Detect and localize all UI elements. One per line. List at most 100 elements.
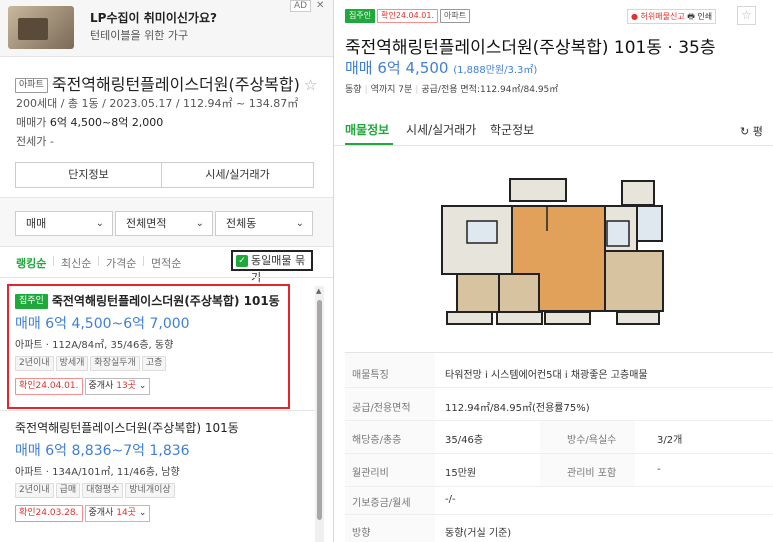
favorite-star-icon[interactable]: ☆ xyxy=(737,6,756,25)
feature-tag: 방네개이상 xyxy=(125,483,175,498)
sort-divider xyxy=(53,256,54,266)
confirm-date: 확인24.03.28. xyxy=(15,505,83,522)
trade-type-value: 매매 xyxy=(26,217,47,230)
divider xyxy=(0,277,333,278)
area-dropdown[interactable]: 전체면적 ⌄ xyxy=(115,211,213,236)
direction-value: 동향(거실 기준) xyxy=(445,528,512,539)
floor-value: 35/46층 xyxy=(445,435,484,446)
ad-subtitle: 턴테이블을 위한 가구 xyxy=(90,29,189,42)
divider xyxy=(345,420,773,421)
complex-trade-button[interactable]: 시세/실거래가 xyxy=(161,162,314,188)
divider xyxy=(345,514,773,515)
sort-divider xyxy=(98,256,99,266)
price-label: 매매가 xyxy=(16,116,47,129)
type-tag: 아파트 xyxy=(439,9,471,23)
maintenance-include-label: 관리비 포함 xyxy=(567,468,617,479)
listing-name: 죽전역해링턴플레이스더원(주상복합) 101동 xyxy=(15,421,239,435)
floor-plan-image[interactable] xyxy=(427,176,667,328)
ad-thumbnail xyxy=(8,6,74,49)
listing-price: 매매 6억 8,836~7억 1,836 xyxy=(15,443,190,459)
divider xyxy=(334,145,773,146)
area-value: 112.94㎡/84.95㎡(전용률75%) xyxy=(445,403,590,414)
agent-count-button[interactable]: 중개사 14곳 ⌄ xyxy=(84,505,151,522)
complex-jeonse: 전세가 - xyxy=(16,135,54,148)
complex-info: 200세대 / 총 1동 / 2023.05.17 / 112.94㎡ ~ 13… xyxy=(16,97,299,110)
detail-title: 죽전역해링턴플레이스더원(주상복합) 101동 · 35층 xyxy=(345,38,716,58)
owner-tag: 집주인 xyxy=(345,9,376,23)
detail-tags: 집주인 확인24.04.01. 아파트 xyxy=(345,8,472,23)
direction-label: 방향 xyxy=(352,528,371,539)
station-distance: 역까지 7분 xyxy=(370,85,413,95)
divider xyxy=(345,486,773,487)
detail-price-value: 매매 6억 4,500 xyxy=(345,59,449,77)
divider xyxy=(0,410,316,411)
rooms-label: 방수/욕실수 xyxy=(567,435,617,446)
ad-close-icon[interactable]: ✕ xyxy=(316,0,324,11)
dong-value: 전체동 xyxy=(226,217,257,230)
listing-confirm-row: 확인24.03.28. 중개사 14곳 ⌄ xyxy=(15,505,295,522)
agent-count: 14곳 xyxy=(116,508,136,518)
report-print-group: ● 허위매물신고 🖶 인쇄 xyxy=(627,9,717,24)
sort-divider xyxy=(143,256,144,266)
complex-name: 죽전역해링턴플레이스더원(주상복합) xyxy=(51,75,300,94)
detail-price-per-area: (1,888만원/3.3㎡) xyxy=(453,65,538,76)
deposit-label: 기보증금/월세 xyxy=(352,498,411,509)
chevron-down-icon: ⌄ xyxy=(95,218,104,229)
tab-price-trade[interactable]: 시세/실거래가 xyxy=(406,121,476,138)
feature-value: 타워전망 i 시스템에어컨5대 i 채광좋은 고층매물 xyxy=(445,370,648,381)
detail-info: 동향 | 역까지 7분 | 공급/전용 면적:112.94㎡/84.95㎡ xyxy=(345,85,559,95)
complex-type-tag: 아파트 xyxy=(15,78,48,93)
favorite-star-icon[interactable]: ☆ xyxy=(304,76,317,94)
listing-info: 아파트 · 134A/101㎡, 11/46층, 남향 xyxy=(15,467,180,478)
direction: 동향 xyxy=(345,85,362,95)
sort-newest[interactable]: 최신순 xyxy=(61,255,91,271)
maintenance-label: 월관리비 xyxy=(352,468,389,479)
feature-label: 매물특징 xyxy=(352,370,389,381)
area-label: 공급/전용면적 xyxy=(352,403,411,414)
sort-price[interactable]: 가격순 xyxy=(106,255,136,271)
panel-divider xyxy=(333,0,334,542)
false-listing-report-button[interactable]: ● 허위매물신고 xyxy=(631,12,685,21)
complex-info-button[interactable]: 단지정보 xyxy=(15,162,162,188)
floor-label: 해당층/총층 xyxy=(352,435,402,446)
area-info: 공급/전용 면적:112.94㎡/84.95㎡ xyxy=(421,85,559,95)
detail-price: 매매 6억 4,500 (1,888만원/3.3㎡) xyxy=(345,57,537,78)
trade-type-dropdown[interactable]: 매매 ⌄ xyxy=(15,211,113,236)
divider xyxy=(345,352,773,353)
complex-title: 아파트 죽전역해링턴플레이스더원(주상복합) ☆ xyxy=(15,71,317,95)
feature-tag: 급매 xyxy=(55,483,81,498)
listing-tags: 2년이내 급매 대형평수 방네개이상 xyxy=(15,482,295,498)
ad-title: LP수집이 취미이신가요? xyxy=(90,11,217,25)
deposit-value: -/- xyxy=(445,494,456,505)
ad-banner[interactable]: LP수집이 취미이신가요? 턴테이블을 위한 가구 AD ✕ xyxy=(0,0,333,57)
sort-ranking[interactable]: 랭킹순 xyxy=(16,255,46,271)
scroll-up-arrow-icon[interactable]: ▲ xyxy=(316,287,321,295)
same-listing-toggle[interactable]: ✓ 동일매물 묶기 xyxy=(231,250,313,284)
chevron-down-icon: ⌄ xyxy=(295,218,304,229)
feature-tag: 2년이내 xyxy=(15,483,54,498)
scrollbar-thumb[interactable] xyxy=(317,300,322,520)
maintenance-value: 15만원 xyxy=(445,468,477,479)
feature-tag: 대형평수 xyxy=(82,483,124,498)
price-range: 6억 4,500~8억 2,000 xyxy=(49,116,164,129)
confirm-date: 확인24.04.01. xyxy=(377,9,438,23)
area-value: 전체면적 xyxy=(126,217,167,230)
dong-dropdown[interactable]: 전체동 ⌄ xyxy=(215,211,313,236)
listing-panel: LP수집이 취미이신가요? 턴테이블을 위한 가구 AD ✕ 아파트 죽전역해링턴… xyxy=(0,0,333,542)
rooms-value: 3/2개 xyxy=(657,435,683,446)
highlight-box xyxy=(7,284,290,409)
same-listing-label: 동일매물 묶기 xyxy=(251,254,306,284)
sort-area[interactable]: 면적순 xyxy=(151,255,181,271)
tab-listing-info[interactable]: 매물정보 xyxy=(345,121,389,138)
tab-school-info[interactable]: 학군정보 xyxy=(490,121,534,138)
refresh-area-toggle[interactable]: ↻ 평 xyxy=(740,123,763,139)
checkbox-checked-icon: ✓ xyxy=(236,255,248,267)
chevron-down-icon: ⌄ xyxy=(195,218,204,229)
ad-badge: AD xyxy=(290,0,312,12)
print-button[interactable]: 🖶 인쇄 xyxy=(687,12,712,21)
agent-label: 중개사 xyxy=(88,508,114,518)
listing-item[interactable]: 죽전역해링턴플레이스더원(주상복합) 101동 매매 6억 8,836~7억 1… xyxy=(15,419,295,522)
chevron-down-icon: ⌄ xyxy=(138,508,147,518)
complex-price: 매매가 6억 4,500~8억 2,000 xyxy=(16,114,163,130)
maintenance-include-value: - xyxy=(657,464,661,475)
